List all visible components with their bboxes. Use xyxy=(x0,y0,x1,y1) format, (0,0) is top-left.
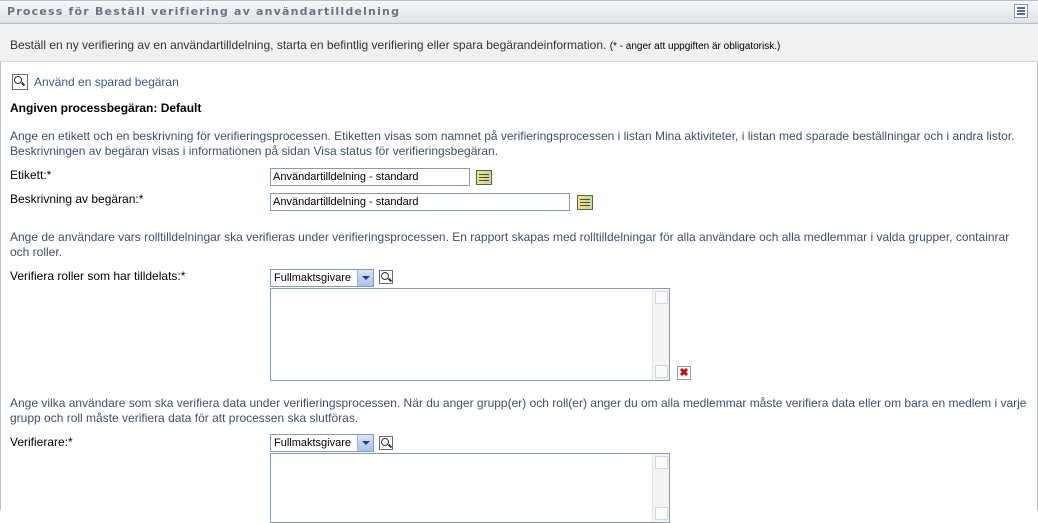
label-field-label: Etikett:* xyxy=(10,168,52,182)
verifiers-listbox-scrollbar[interactable] xyxy=(652,454,669,522)
localize-icon[interactable] xyxy=(476,170,492,185)
intro-text: Beställ en ny verifiering av en användar… xyxy=(10,38,780,52)
request-description-input[interactable]: Användartilldelning - standard xyxy=(270,193,570,211)
portlet-menu-icon[interactable] xyxy=(1014,4,1028,18)
delete-icon[interactable]: ✖ xyxy=(677,366,691,380)
roles-listbox[interactable] xyxy=(270,288,670,381)
magnifier-icon xyxy=(12,74,28,90)
portlet-titlebar: Process för Beställ verifiering av använ… xyxy=(0,0,1038,24)
verifiers-field-label: Verifierare:* xyxy=(10,435,73,449)
verifiers-type-value: Fullmaktsgivare xyxy=(274,437,352,449)
chevron-down-icon[interactable] xyxy=(357,270,373,286)
label-section-description: Ange en etikett och en beskrivning för v… xyxy=(10,129,1015,158)
portlet-title: Process för Beställ verifiering av använ… xyxy=(7,5,401,18)
use-saved-request-label[interactable]: Använd en sparad begäran xyxy=(34,75,179,89)
verifiers-section-description: Ange vilka användare som ska verifiera d… xyxy=(10,396,1027,425)
intro-description: Beställ en ny verifiering av en användar… xyxy=(10,38,607,52)
description-field-label: Beskrivning av begäran:* xyxy=(10,192,144,206)
verifiers-listbox[interactable] xyxy=(270,453,670,523)
label-input[interactable]: Användartilldelning - standard xyxy=(270,168,470,186)
roles-listbox-scrollbar[interactable] xyxy=(652,289,669,380)
search-icon[interactable] xyxy=(379,436,393,450)
roles-type-select[interactable]: Fullmaktsgivare xyxy=(270,269,374,287)
search-icon[interactable] xyxy=(379,270,393,284)
intro-band: Beställ en ny verifiering av en användar… xyxy=(0,24,1038,62)
required-note: (* - anger att uppgiften är obligatorisk… xyxy=(609,41,781,52)
process-request-heading: Angiven processbegäran: Default xyxy=(10,101,202,115)
roles-type-value: Fullmaktsgivare xyxy=(274,272,352,284)
use-saved-request-link[interactable]: Använd en sparad begäran xyxy=(12,74,179,92)
roles-field-label: Verifiera roller som har tilldelats:* xyxy=(10,269,186,283)
localize-icon[interactable] xyxy=(577,195,593,210)
roles-section-description: Ange de användare vars rolltilldelningar… xyxy=(10,230,1010,259)
chevron-down-icon[interactable] xyxy=(357,435,373,451)
verifiers-type-select[interactable]: Fullmaktsgivare xyxy=(270,434,374,452)
